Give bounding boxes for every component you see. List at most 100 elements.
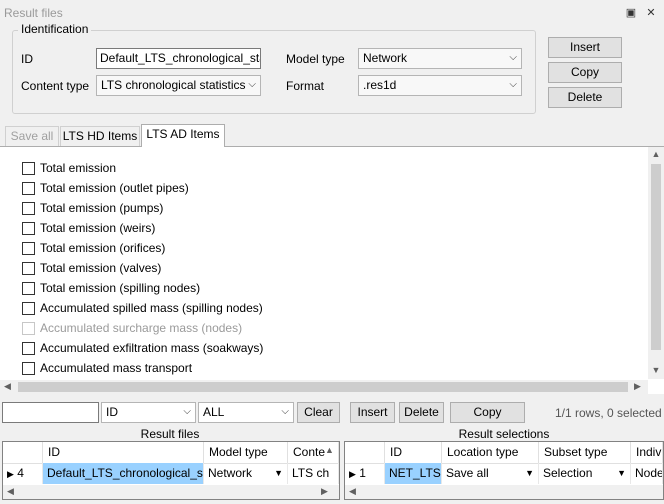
checkbox-label: Total emission (spilling nodes) <box>40 281 201 295</box>
row-pointer-icon: ▶ <box>349 469 356 479</box>
checkbox-box[interactable] <box>22 361 35 375</box>
model-type-label: Model type <box>286 52 345 66</box>
checkbox-label: Accumulated spilled mass (spilling nodes… <box>40 301 263 315</box>
column-header-id[interactable]: ID <box>43 442 204 464</box>
column-header-individual[interactable]: Indivi <box>631 442 663 464</box>
checkbox-box[interactable] <box>22 161 35 175</box>
cell-model-type-value: Network <box>208 466 253 480</box>
cell-individual[interactable]: Node <box>631 463 663 484</box>
chevron-down-icon[interactable]: ▼ <box>274 463 283 483</box>
filter-field-select[interactable]: ID ⌵ <box>101 402 196 423</box>
checkbox-label: Total emission (weirs) <box>40 221 156 235</box>
model-type-select[interactable]: Network ⌵ <box>358 48 522 69</box>
checkbox-total-emission-orifices[interactable]: Total emission (orifices) <box>22 238 165 258</box>
scroll-up-icon[interactable]: ▲ <box>325 445 334 455</box>
column-header-location-type[interactable]: Location type <box>442 442 539 464</box>
column-header-id[interactable]: ID <box>385 442 442 464</box>
row-header[interactable]: ▶ 4 <box>3 463 43 484</box>
tab-save-all[interactable]: Save all <box>5 126 59 146</box>
title-bar: Result files ▣ ✕ <box>0 0 664 26</box>
filter-search-input[interactable] <box>2 402 99 423</box>
cell-content[interactable]: LTS ch <box>288 463 339 484</box>
checkbox-accumulated-spilled-mass[interactable]: Accumulated spilled mass (spilling nodes… <box>22 298 263 318</box>
checkbox-accumulated-mass-transport[interactable]: Accumulated mass transport <box>22 358 192 378</box>
checkbox-box[interactable] <box>22 221 35 235</box>
table-row[interactable]: ▶ 1 NET_LTSC Save all ▼ Selection ▼ Node <box>345 463 663 485</box>
cell-location-type-value: Save all <box>446 466 489 480</box>
content-type-select[interactable]: LTS chronological statistics ⌵ <box>96 75 261 96</box>
insert-button[interactable]: Insert <box>548 37 622 58</box>
column-header-subset-type[interactable]: Subset type <box>539 442 631 464</box>
delete-button[interactable]: Delete <box>548 87 622 108</box>
result-files-grid[interactable]: ID Model type Conte ▶ 4 Default_LTS_chro… <box>2 441 340 500</box>
cell-id[interactable]: NET_LTSC <box>385 463 442 484</box>
scroll-right-icon[interactable]: ▶ <box>321 486 328 497</box>
selection-delete-button[interactable]: Delete <box>399 402 444 423</box>
checkbox-box[interactable] <box>22 281 35 295</box>
checkbox-box[interactable] <box>22 301 35 315</box>
id-label: ID <box>21 52 33 66</box>
chevron-down-icon: ⌵ <box>248 79 256 90</box>
row-header-corner <box>3 442 43 464</box>
cell-id[interactable]: Default_LTS_chronological_s... <box>43 463 204 484</box>
checkbox-total-emission-weirs[interactable]: Total emission (weirs) <box>22 218 155 238</box>
selection-status: 1/1 rows, 0 selected <box>555 406 662 420</box>
checkbox-box[interactable] <box>22 241 35 255</box>
clear-button[interactable]: Clear <box>297 402 340 423</box>
checkbox-total-emission-pumps[interactable]: Total emission (pumps) <box>22 198 163 218</box>
checkbox-box[interactable] <box>22 261 35 275</box>
tab-lts-hd-items[interactable]: LTS HD Items <box>60 126 140 146</box>
model-type-value: Network <box>363 51 408 65</box>
panel-vertical-scrollbar[interactable]: ▲ ▼ <box>648 147 664 379</box>
format-select[interactable]: .res1d ⌵ <box>358 75 522 96</box>
scroll-up-icon[interactable]: ▲ <box>648 149 664 159</box>
column-header-model-type[interactable]: Model type <box>204 442 288 464</box>
result-files-horizontal-scrollbar[interactable]: ◀ ▶ <box>3 485 339 499</box>
cell-model-type[interactable]: Network ▼ <box>204 463 288 484</box>
horizontal-scroll-thumb[interactable] <box>18 382 628 392</box>
window-title: Result files <box>4 6 63 20</box>
close-icon[interactable]: ✕ <box>644 6 658 20</box>
cell-location-type[interactable]: Save all ▼ <box>442 463 539 484</box>
tab-lts-ad-items[interactable]: LTS AD Items <box>141 124 225 147</box>
panel-horizontal-scrollbar[interactable]: ◀ ▶ <box>0 380 648 394</box>
row-header-corner <box>345 442 385 464</box>
copy-button[interactable]: Copy <box>548 62 622 83</box>
selection-copy-button[interactable]: Copy <box>450 402 525 423</box>
checkbox-total-emission-outlet-pipes[interactable]: Total emission (outlet pipes) <box>22 178 189 198</box>
restore-icon[interactable]: ▣ <box>624 6 638 20</box>
vertical-scroll-thumb[interactable] <box>651 164 661 350</box>
result-selections-grid[interactable]: ID Location type Subset type Indivi ▶ 1 … <box>344 441 664 500</box>
checkbox-box <box>22 321 35 335</box>
selection-insert-button[interactable]: Insert <box>350 402 395 423</box>
checkbox-accumulated-exfiltration-mass[interactable]: Accumulated exfiltration mass (soakways) <box>22 338 263 358</box>
row-pointer-icon: ▶ <box>7 469 14 479</box>
checkbox-total-emission[interactable]: Total emission <box>22 158 116 178</box>
checkbox-total-emission-valves[interactable]: Total emission (valves) <box>22 258 161 278</box>
scroll-left-icon[interactable]: ◀ <box>4 381 11 392</box>
content-type-label: Content type <box>21 79 90 93</box>
row-header[interactable]: ▶ 1 <box>345 463 385 484</box>
table-row[interactable]: ▶ 4 Default_LTS_chronological_s... Netwo… <box>3 463 339 485</box>
scroll-left-icon[interactable]: ◀ <box>349 486 356 497</box>
checkbox-box[interactable] <box>22 201 35 215</box>
checkbox-box[interactable] <box>22 341 35 355</box>
chevron-down-icon[interactable]: ▼ <box>617 463 626 483</box>
result-selections-horizontal-scrollbar[interactable]: ◀ <box>345 485 663 499</box>
checkbox-label: Total emission <box>40 161 117 175</box>
cell-subset-type[interactable]: Selection ▼ <box>539 463 631 484</box>
chevron-down-icon[interactable]: ▼ <box>525 463 534 483</box>
cell-subset-type-value: Selection <box>543 466 593 480</box>
scroll-down-icon[interactable]: ▼ <box>648 365 664 375</box>
row-number: 1 <box>359 466 366 480</box>
content-type-value: LTS chronological statistics <box>101 78 246 92</box>
checkbox-label: Total emission (pumps) <box>40 201 164 215</box>
filter-scope-select[interactable]: ALL ⌵ <box>198 402 294 423</box>
checkbox-total-emission-spilling-nodes[interactable]: Total emission (spilling nodes) <box>22 278 200 298</box>
identification-group <box>12 30 536 114</box>
checkbox-label: Accumulated mass transport <box>40 361 193 375</box>
id-field[interactable]: Default_LTS_chronological_statis <box>96 48 261 69</box>
scroll-right-icon[interactable]: ▶ <box>634 381 641 392</box>
scroll-left-icon[interactable]: ◀ <box>7 486 14 497</box>
checkbox-box[interactable] <box>22 181 35 195</box>
